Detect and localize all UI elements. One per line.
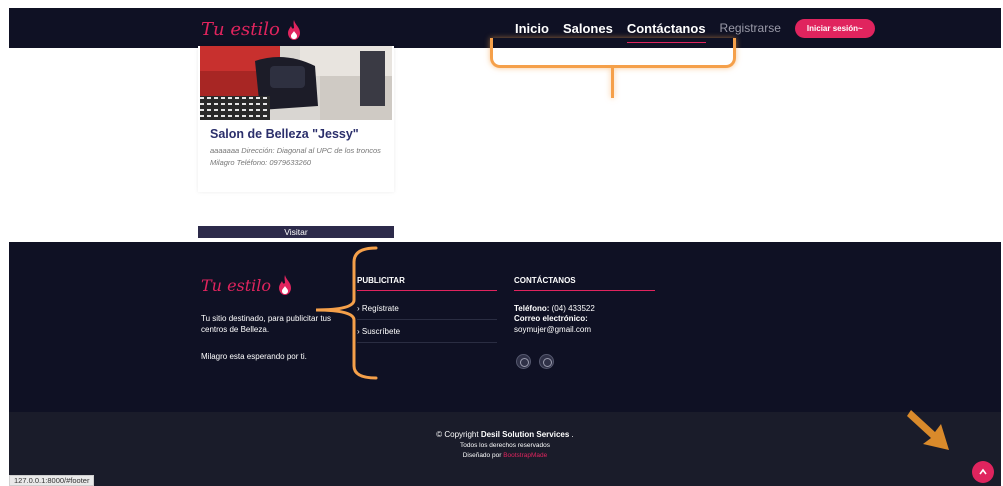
login-button[interactable]: Iniciar sesión~: [794, 18, 875, 38]
annotation-brace-publicitar: [315, 246, 378, 380]
salon-photo: [200, 46, 392, 120]
flame-icon: [279, 275, 292, 295]
email-value[interactable]: soymujer@gmail.com: [514, 325, 591, 336]
page: Tu estilo Inicio Salones Contáctanos Reg…: [0, 0, 1003, 486]
footer-bottom: © Copyright Desil Solution Services . To…: [9, 412, 1001, 486]
designed-by: Diseñado por BootstrapMade: [9, 452, 1001, 459]
phone-value: (04) 433522: [551, 304, 595, 313]
company-name: Desil Solution Services: [480, 430, 570, 439]
footer-logo-text: Tu estilo: [201, 275, 272, 295]
salon-description: aaaaaaa Dirección: Diagonal al UPC de lo…: [210, 146, 381, 167]
copyright-suffix: .: [571, 430, 574, 439]
email-label: Correo electrónico:: [514, 314, 588, 323]
copyright-line: © Copyright Desil Solution Services .: [9, 430, 1001, 439]
nav-inicio[interactable]: Inicio: [515, 21, 549, 36]
phone-label: Teléfono:: [514, 304, 550, 313]
footer-wait-text: Milagro esta esperando por ti.: [201, 352, 307, 361]
footer-top: Tu estilo Tu sitio destinado, para publi…: [9, 242, 1001, 412]
rights-text: Todos los derechos reservados: [460, 442, 550, 449]
social-circle-icon[interactable]: [539, 354, 554, 369]
contact-underline: [514, 290, 655, 291]
nav-contactanos[interactable]: Contáctanos: [626, 21, 706, 43]
contact-heading: CONTÁCTANOS: [514, 276, 576, 285]
copyright-prefix: © Copyright: [436, 430, 479, 439]
social-circle-icon[interactable]: [516, 354, 531, 369]
designed-prefix: Diseñado por: [462, 452, 502, 459]
header-logo[interactable]: Tu estilo: [201, 19, 302, 40]
annotation-bracket-nav-tail: [611, 68, 614, 98]
status-bar-url: 127.0.0.1:8000/#footer: [9, 475, 95, 486]
nav-registrarse[interactable]: Registrarse: [720, 21, 781, 35]
logo-text: Tu estilo: [201, 19, 280, 40]
nav-salones[interactable]: Salones: [563, 21, 613, 36]
salon-card: Salon de Belleza "Jessy" aaaaaaa Direcci…: [198, 46, 394, 238]
annotation-arrow: [907, 410, 949, 450]
designer-link[interactable]: BootstrapMade: [503, 452, 547, 459]
chevron-up-icon[interactable]: [972, 461, 994, 483]
visit-button[interactable]: Visitar: [198, 226, 394, 238]
salon-title[interactable]: Salon de Belleza "Jessy": [210, 127, 359, 141]
flame-icon: [287, 19, 300, 40]
contact-phone: Teléfono: (04) 433522: [514, 304, 595, 315]
footer-logo[interactable]: Tu estilo: [201, 275, 293, 295]
annotation-bracket-nav: [490, 38, 736, 68]
